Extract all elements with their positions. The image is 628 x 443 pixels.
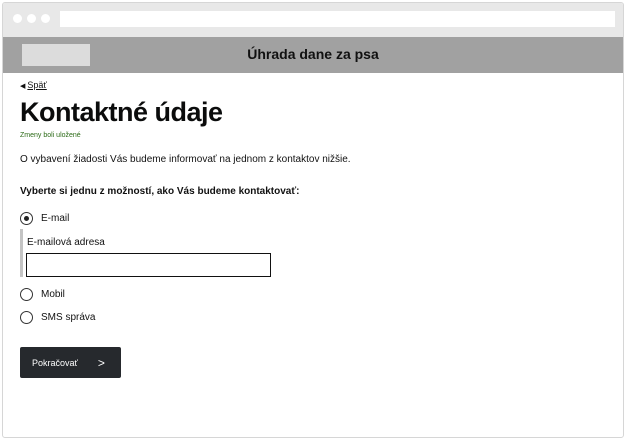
browser-chrome — [3, 3, 623, 37]
window-dot-icon — [13, 14, 22, 23]
radio-unselected-icon[interactable] — [20, 288, 33, 301]
radio-option-mobile[interactable]: Mobil — [20, 288, 65, 301]
radio-label-mobile: Mobil — [41, 289, 65, 300]
app-header: Úhrada dane za psa — [3, 37, 623, 73]
window-dot-icon — [27, 14, 36, 23]
contact-question: Vyberte si jednu z možností, ako Vás bud… — [20, 186, 300, 197]
radio-selected-icon[interactable] — [20, 212, 33, 225]
radio-unselected-icon[interactable] — [20, 311, 33, 324]
info-text: O vybavení žiadosti Vás budeme informova… — [20, 154, 351, 165]
saved-notice: Zmeny boli uložené — [20, 132, 81, 139]
page-title: Kontaktné údaje — [20, 97, 223, 127]
window-dot-icon — [41, 14, 50, 23]
conditional-reveal-bar — [20, 229, 23, 277]
radio-label-email: E-mail — [41, 213, 70, 224]
radio-option-sms[interactable]: SMS správa — [20, 311, 95, 324]
back-link[interactable]: ◀ Späť — [20, 80, 47, 90]
chevron-right-icon: > — [97, 355, 105, 370]
continue-button-label: Pokračovať — [32, 357, 78, 368]
continue-button[interactable]: Pokračovať > — [20, 347, 121, 378]
address-bar[interactable] — [60, 11, 615, 27]
chevron-left-icon: ◀ — [20, 83, 26, 90]
email-field-label: E-mailová adresa — [27, 237, 105, 248]
back-link-label: Späť — [27, 80, 47, 90]
radio-option-email[interactable]: E-mail — [20, 212, 69, 225]
radio-label-sms: SMS správa — [41, 312, 96, 323]
email-field[interactable] — [26, 253, 271, 277]
app-title: Úhrada dane za psa — [247, 46, 379, 62]
